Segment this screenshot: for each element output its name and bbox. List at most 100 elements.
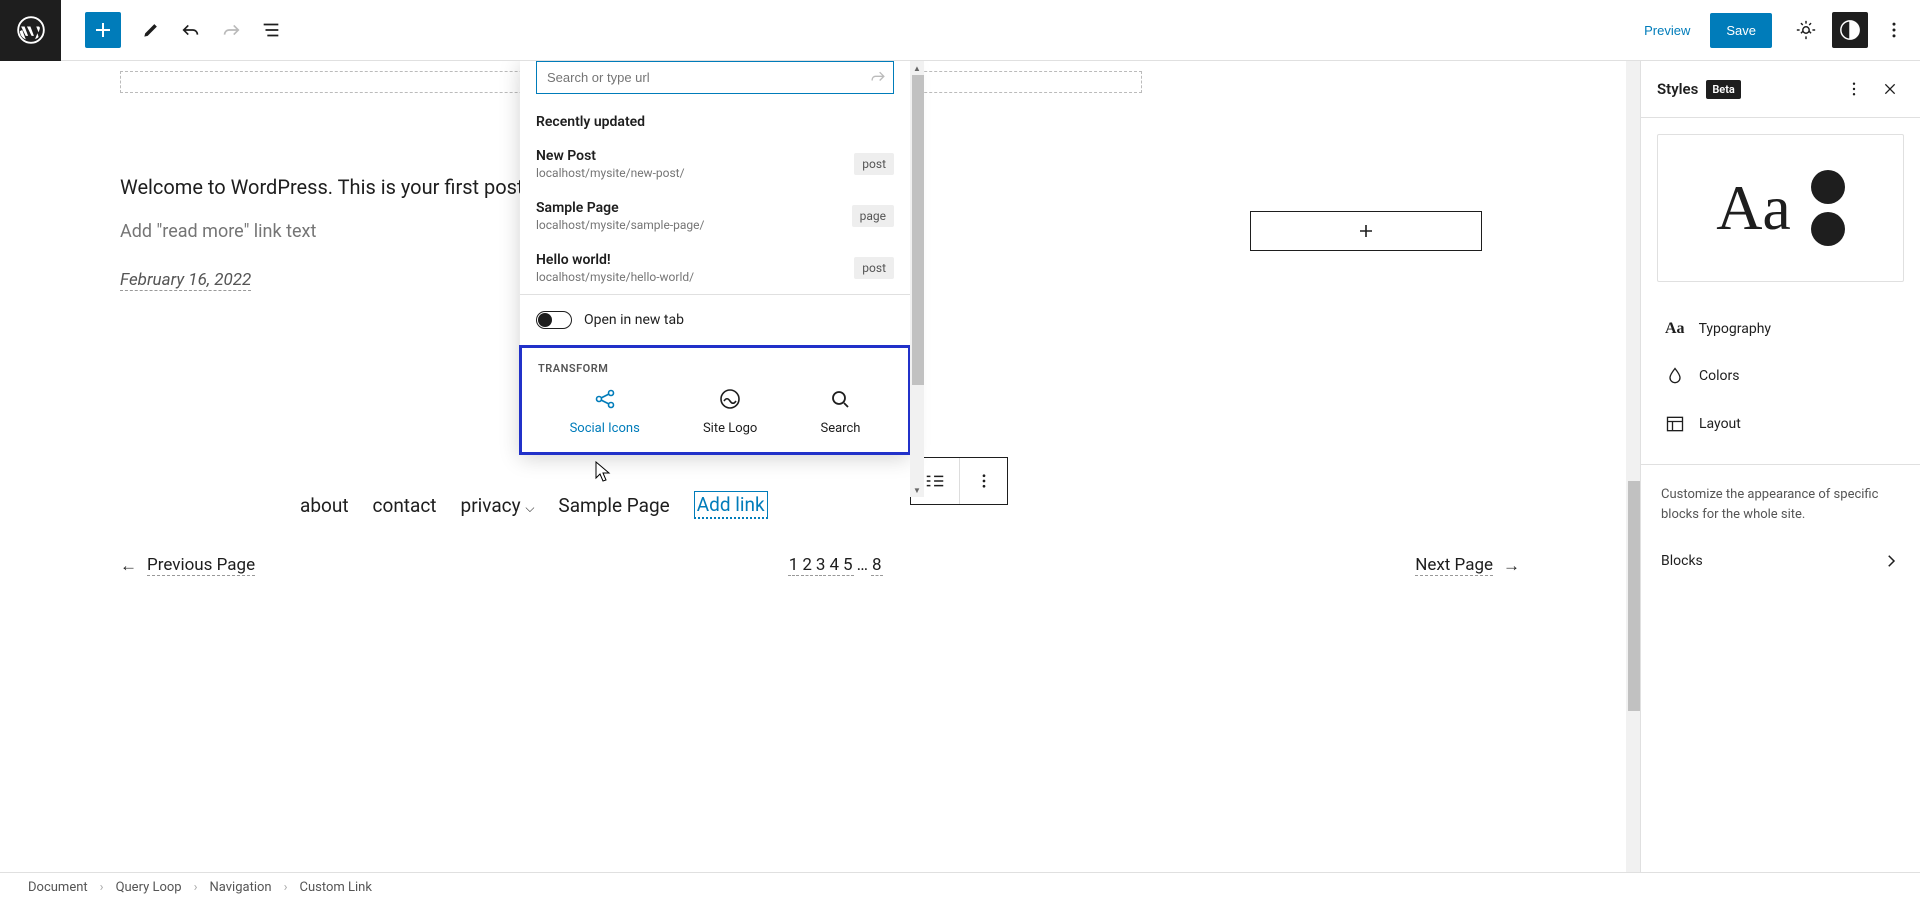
add-block-appender[interactable]	[1250, 211, 1482, 251]
more-menu-button[interactable]	[1876, 12, 1912, 48]
link-popover: Recently updated New Post localhost/mysi…	[520, 61, 910, 455]
blocks-row[interactable]: Blocks	[1641, 536, 1920, 586]
breadcrumb-item[interactable]: Document	[28, 880, 88, 895]
toolbar-more-icon[interactable]	[959, 458, 1007, 504]
chevron-right-icon: ›	[194, 880, 198, 895]
transform-label-text: Search	[820, 421, 860, 436]
result-type-badge: post	[854, 153, 894, 175]
scrollbar-down-icon[interactable]: ▼	[910, 483, 924, 497]
workspace: Welcome to WordPress. This is your first…	[0, 61, 1920, 872]
styles-sidebar: Styles Beta Aa Aa Typography	[1640, 61, 1920, 872]
breadcrumb: Document › Query Loop › Navigation › Cus…	[0, 872, 1920, 902]
page-number[interactable]: 5	[842, 555, 854, 576]
style-typography[interactable]: Aa Typography	[1641, 306, 1920, 352]
redo-button[interactable]	[213, 12, 249, 48]
page-ellipsis: …	[856, 555, 869, 576]
sidebar-more-icon[interactable]	[1840, 75, 1868, 103]
color-dot-icon	[1811, 170, 1845, 204]
transform-label-text: Social Icons	[570, 421, 640, 436]
transform-social-icons[interactable]: Social Icons	[570, 387, 640, 436]
popover-scrollbar[interactable]: ▲ ▼	[910, 61, 924, 497]
wordpress-logo[interactable]	[0, 0, 61, 61]
result-url: localhost/mysite/hello-world/	[536, 270, 694, 284]
add-block-button[interactable]	[85, 12, 121, 48]
result-url: localhost/mysite/new-post/	[536, 166, 685, 180]
nav-item[interactable]: Sample Page	[558, 494, 669, 517]
toolbar-left	[61, 12, 289, 48]
pagination-prev[interactable]: ← Previous Page	[120, 555, 255, 576]
color-preview-dots	[1811, 170, 1845, 246]
styles-button[interactable]	[1832, 12, 1868, 48]
editor-canvas[interactable]: Welcome to WordPress. This is your first…	[0, 61, 1640, 872]
result-title: Hello world!	[536, 252, 694, 268]
close-sidebar-icon[interactable]	[1876, 75, 1904, 103]
post-date[interactable]: February 16, 2022	[120, 270, 251, 291]
typography-preview-text: Aa	[1716, 171, 1791, 245]
nav-add-link[interactable]: Add link	[694, 491, 768, 519]
block-toolbar-remnant[interactable]	[910, 457, 1008, 505]
page-number[interactable]: 8	[871, 555, 883, 576]
new-tab-toggle[interactable]	[536, 311, 572, 329]
droplet-icon	[1665, 366, 1685, 386]
chevron-down-icon: ⌵	[525, 501, 534, 515]
submit-link-icon[interactable]	[868, 68, 888, 88]
style-layout[interactable]: Layout	[1641, 400, 1920, 448]
nav-item[interactable]: contact	[373, 494, 437, 517]
style-description: Customize the appearance of specific blo…	[1641, 473, 1920, 536]
edit-icon[interactable]	[133, 12, 169, 48]
nav-item-dropdown[interactable]: privacy ⌵	[461, 494, 535, 517]
result-title: New Post	[536, 148, 685, 164]
page-number[interactable]: 1	[788, 555, 800, 576]
transform-label-text: Site Logo	[703, 421, 757, 436]
page-number[interactable]: 4	[828, 555, 840, 576]
pagination-numbers[interactable]: 1 2 3 4 5 … 8	[788, 555, 883, 576]
transform-site-logo[interactable]: Site Logo	[703, 387, 757, 436]
canvas-scrollbar[interactable]	[1626, 61, 1640, 872]
scrollbar-up-icon[interactable]: ▲	[910, 61, 924, 75]
toolbar-right: Preview Save	[1632, 12, 1920, 48]
link-result-item[interactable]: Hello world! localhost/mysite/hello-worl…	[520, 242, 910, 294]
breadcrumb-item[interactable]: Custom Link	[300, 880, 372, 895]
new-tab-label: Open in new tab	[584, 312, 684, 328]
save-button[interactable]: Save	[1710, 13, 1772, 48]
arrow-left-icon: ←	[120, 556, 137, 576]
list-view-button[interactable]	[253, 12, 289, 48]
pagination-next[interactable]: Next Page →	[1415, 555, 1520, 576]
preview-button[interactable]: Preview	[1632, 15, 1702, 46]
beta-badge: Beta	[1706, 80, 1741, 99]
result-title: Sample Page	[536, 200, 704, 216]
link-result-item[interactable]: New Post localhost/mysite/new-post/ post	[520, 138, 910, 190]
typography-icon: Aa	[1665, 320, 1685, 338]
color-dot-icon	[1811, 212, 1845, 246]
transform-section: TRANSFORM Social Icons Site Logo	[519, 345, 911, 455]
editor-topbar: Preview Save	[0, 0, 1920, 61]
nav-item[interactable]: about	[300, 494, 349, 517]
page-number[interactable]: 2	[801, 555, 813, 576]
breadcrumb-item[interactable]: Query Loop	[116, 880, 182, 895]
layout-icon	[1665, 414, 1685, 434]
sidebar-title-text: Styles	[1657, 80, 1698, 98]
chevron-right-icon: ›	[100, 880, 104, 895]
result-url: localhost/mysite/sample-page/	[536, 218, 704, 232]
link-search-input[interactable]	[536, 61, 894, 94]
chevron-right-icon	[1882, 552, 1900, 570]
breadcrumb-item[interactable]: Navigation	[210, 880, 272, 895]
settings-button[interactable]	[1788, 12, 1824, 48]
sidebar-header: Styles Beta	[1641, 61, 1920, 118]
transform-search[interactable]: Search	[820, 387, 860, 436]
result-type-badge: page	[852, 205, 894, 227]
style-colors[interactable]: Colors	[1641, 352, 1920, 400]
recently-updated-label: Recently updated	[520, 94, 910, 138]
link-result-item[interactable]: Sample Page localhost/mysite/sample-page…	[520, 190, 910, 242]
style-preview[interactable]: Aa	[1657, 134, 1904, 282]
arrow-right-icon: →	[1503, 556, 1520, 576]
open-new-tab-row: Open in new tab	[520, 294, 910, 345]
transform-label: TRANSFORM	[538, 362, 892, 375]
chevron-right-icon: ›	[284, 880, 288, 895]
undo-button[interactable]	[173, 12, 209, 48]
style-options-list: Aa Typography Colors Layout	[1641, 298, 1920, 456]
page-number[interactable]: 3	[815, 555, 827, 576]
pagination-block: ← Previous Page 1 2 3 4 5 … 8 Next Page …	[120, 555, 1520, 576]
mouse-cursor-icon	[595, 461, 613, 483]
navigation-block[interactable]: about contact privacy ⌵ Sample Page Add …	[120, 491, 1520, 519]
